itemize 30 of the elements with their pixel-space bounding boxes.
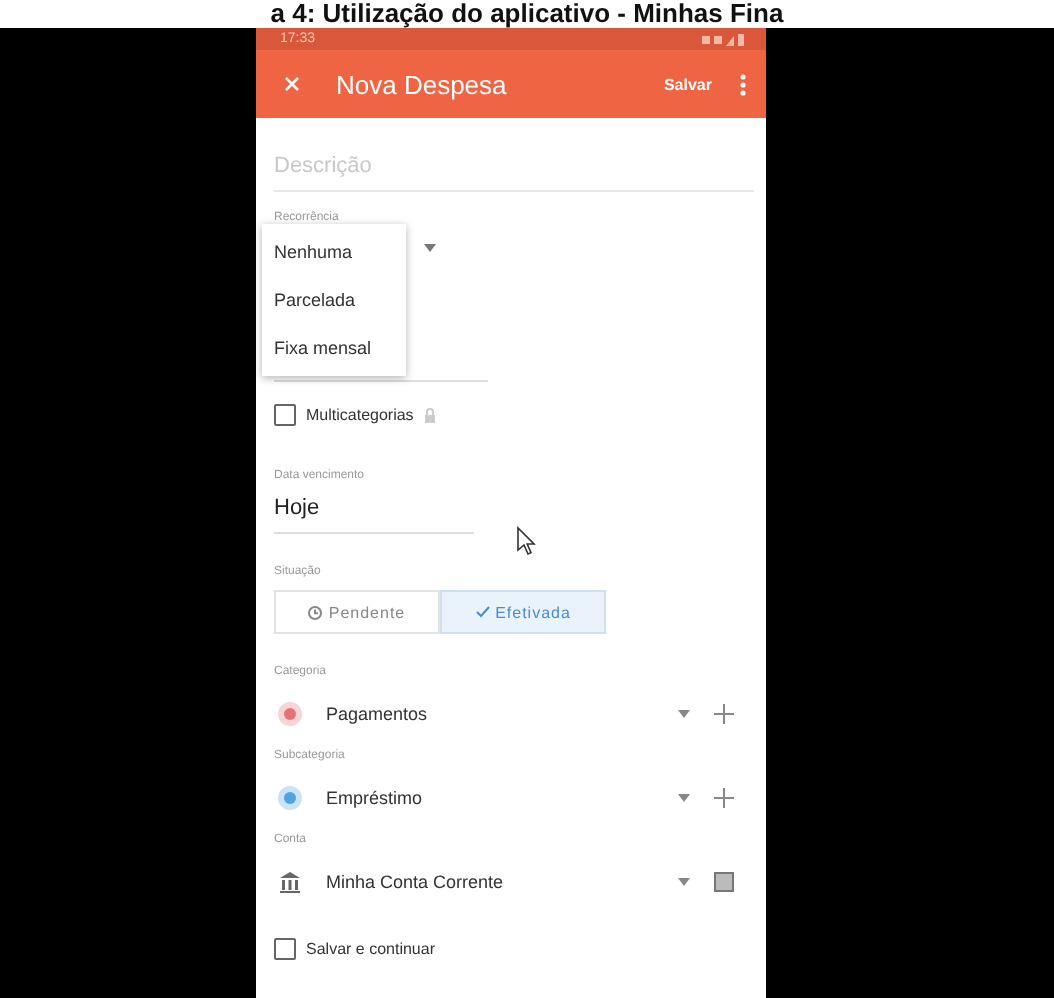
- checkbox[interactable]: [274, 404, 296, 426]
- menu-item[interactable]: Parcelada: [262, 276, 406, 324]
- checkbox-label: Salvar e continuar: [306, 940, 435, 958]
- lock-icon: [423, 407, 436, 423]
- picker-value[interactable]: Minha Conta Corrente: [326, 872, 654, 892]
- add-icon[interactable]: [714, 704, 734, 724]
- caret-icon: [424, 244, 436, 252]
- date-field[interactable]: Hoje: [274, 482, 474, 534]
- status-toggle[interactable]: Pendente: [274, 590, 440, 634]
- video-title: a 4: Utilização do aplicativo - Minhas Fina: [268, 0, 786, 28]
- status-icons: [702, 33, 746, 45]
- bank-icon: [278, 870, 302, 894]
- screen-title: Nova Despesa: [336, 69, 509, 99]
- add-icon[interactable]: [714, 788, 734, 808]
- menu-item[interactable]: Fixa mensal: [262, 324, 406, 372]
- caret-icon[interactable]: [678, 794, 690, 802]
- caret-icon[interactable]: [678, 878, 690, 886]
- more-icon[interactable]: [740, 73, 746, 95]
- category-icon: [278, 702, 302, 726]
- close-icon[interactable]: [284, 76, 300, 92]
- menu-item[interactable]: Nenhuma: [262, 228, 406, 276]
- check-icon: [475, 606, 490, 618]
- picker-value[interactable]: Pagamentos: [326, 704, 654, 724]
- checkbox[interactable]: [274, 938, 296, 960]
- caret-icon[interactable]: [678, 710, 690, 718]
- clock-icon: [308, 605, 323, 619]
- mouse-cursor-icon: [516, 526, 536, 556]
- checkbox-label: Multicategorias: [306, 406, 414, 424]
- category-icon: [278, 786, 302, 810]
- picker-value[interactable]: Empréstimo: [326, 788, 654, 808]
